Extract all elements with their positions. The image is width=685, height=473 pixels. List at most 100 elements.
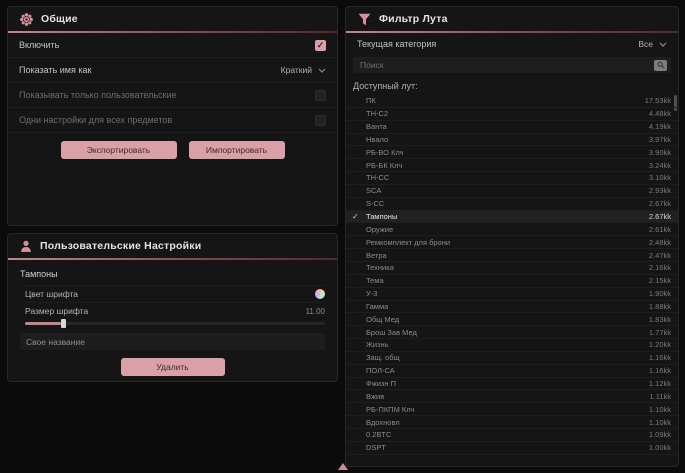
font-size-slider[interactable] [25,322,325,325]
loot-list-item[interactable]: ✓Тампоны2.67kk [346,211,678,224]
category-select[interactable]: Все [638,39,667,49]
loot-item-value: 1.12kk [649,379,671,388]
loot-list-item[interactable]: 0.2BTC1.09kk [346,429,678,442]
loot-list-item[interactable]: ТН-СС 3.10kk [346,172,678,185]
loot-list-item[interactable]: РБ-БК Клч3.24kk [346,159,678,172]
loot-item-name: Ванта [366,122,387,131]
loot-item-name: Техника [366,263,394,272]
loot-item-name: Тампоны [366,212,397,221]
general-panel-title: Общие [41,13,78,25]
loot-item-value: 1.90kk [649,289,671,298]
loot-item-name: DSPT [366,443,386,452]
loot-list-item[interactable]: DSPT 1.00kk [346,442,678,455]
search-placeholder: Поиск [360,60,384,70]
custom-panel-header: Пользовательские Настройки [8,234,337,258]
slider-thumb[interactable] [61,319,66,328]
loot-item-name: Фжизн П [366,379,396,388]
import-export-row: Экспортировать Импортировать [8,141,337,159]
resize-handle[interactable] [338,463,348,470]
loot-item-name: РБ-ВО Клч [366,148,404,157]
loot-list-item[interactable]: Техника 2.16kk [346,262,678,275]
loot-list-item[interactable]: РБ-ПКПМ Клч 1.10kk [346,403,678,416]
loot-item-name: Вдохновл [366,418,400,427]
loot-list-item[interactable]: ТН-С2 4.48kk [346,108,678,121]
loot-list-item[interactable]: У-31.90kk [346,288,678,301]
loot-item-value: 2.16kk [649,263,671,272]
loot-item-value: 1.10kk [649,418,671,427]
loot-list-item[interactable]: Гамма1.88kk [346,301,678,314]
loot-item-value: 1.00kk [649,443,671,452]
loot-list-item[interactable]: Оружие2.61kk [346,223,678,236]
loot-item-name: РБ-БК Клч [366,161,402,170]
loot-list-item[interactable]: ПОЛ-СА1.16kk [346,365,678,378]
search-input[interactable]: Поиск [353,57,671,73]
loot-item-name: Ремкомплект для брони [366,238,450,247]
loot-item-name: Гамма [366,302,388,311]
only-custom-checkbox[interactable] [315,90,326,101]
loot-list-item[interactable]: Ванта4.19kk [346,121,678,134]
loot-item-value: 2.47kk [649,251,671,260]
loot-item-value: 1.83kk [649,315,671,324]
loot-item-name: Ветра [366,251,387,260]
name-display-row: Показать имя как Краткий [8,58,337,83]
loot-item-value: 3.10kk [649,173,671,182]
loot-list-item[interactable]: Тема2.15kk [346,275,678,288]
loot-item-name: Тема [366,276,384,285]
loot-list-item[interactable]: SCA2.93kk [346,185,678,198]
person-icon [20,240,32,253]
loot-item-name: S-CC [366,199,384,208]
loot-item-value: 17.53kk [645,96,671,105]
loot-list-item[interactable]: Нвало3.97kk [346,134,678,147]
same-settings-label: Одни настройки для всех предметов [19,115,172,125]
loot-list-item[interactable]: Брош Зав Мед1.77kk [346,326,678,339]
enable-checkbox[interactable]: ✓ [315,40,326,51]
loot-item-value: 1.11kk [649,392,671,401]
loot-item-value: 1.10kk [649,405,671,414]
loot-item-name: Жизнь [366,340,389,349]
enable-label: Включить [19,40,59,50]
loot-list-item[interactable]: Ветра 2.47kk [346,249,678,262]
category-value: Все [638,39,653,49]
general-settings-panel: Общие Включить ✓ Показать имя как Кратки… [7,6,338,226]
loot-filter-panel: Фильтр Лута Текущая категория Все Поиск … [345,6,679,467]
available-loot-label: Доступный лут: [346,73,678,95]
loot-item-name: ПК [366,96,376,105]
check-icon: ✓ [352,212,359,221]
name-display-value: Краткий [281,65,312,75]
loot-item-value: 2.93kk [649,186,671,195]
loot-panel-title: Фильтр Лута [379,13,448,25]
font-size-row: Размер шрифта 11.00 [25,302,325,319]
loot-list-item[interactable]: Защ. общ1.16kk [346,352,678,365]
magnifier-icon[interactable] [654,60,667,71]
loot-list-item[interactable]: Жизнь 1.20kk [346,339,678,352]
loot-list-item[interactable]: S-CC2.67kk [346,198,678,211]
custom-settings-panel: Пользовательские Настройки Тампоны Цвет … [7,233,338,382]
color-wheel-icon[interactable] [315,289,325,299]
export-button[interactable]: Экспортировать [61,141,177,159]
loot-list-item[interactable]: Фжизн П 1.12kk [346,378,678,391]
import-button[interactable]: Импортировать [189,141,285,159]
loot-list-item[interactable]: РБ-ВО Клч3.90kk [346,146,678,159]
loot-item-value: 1.20kk [649,340,671,349]
loot-list-item[interactable]: ПК 17.53kk [346,95,678,108]
loot-item-name: ТН-С2 [366,109,388,118]
same-settings-checkbox[interactable] [315,115,326,126]
font-color-row[interactable]: Цвет шрифта [25,285,325,302]
delete-button[interactable]: Удалить [121,358,225,376]
loot-item-value: 3.97kk [649,135,671,144]
loot-list-item[interactable]: Вдохновл 1.10kk [346,416,678,429]
loot-item-name: РБ-ПКПМ Клч [366,405,414,414]
loot-item-name: ТН-СС [366,173,389,182]
loot-list-item[interactable]: Общ Мед1.83kk [346,313,678,326]
custom-name-input[interactable]: Свое название [20,333,325,350]
flower-gear-icon [20,13,33,26]
loot-item-value: 1.16kk [649,366,671,375]
loot-item-name: Брош Зав Мед [366,328,417,337]
loot-list-item[interactable]: Ремкомплект для брони2.48kk [346,236,678,249]
loot-item-value: 4.48kk [649,109,671,118]
loot-item-name: Оружие [366,225,393,234]
general-panel-header: Общие [8,7,337,31]
name-display-select[interactable]: Краткий [281,65,326,75]
slider-fill [25,322,61,325]
loot-list-item[interactable]: Вжив1.11kk [346,390,678,403]
